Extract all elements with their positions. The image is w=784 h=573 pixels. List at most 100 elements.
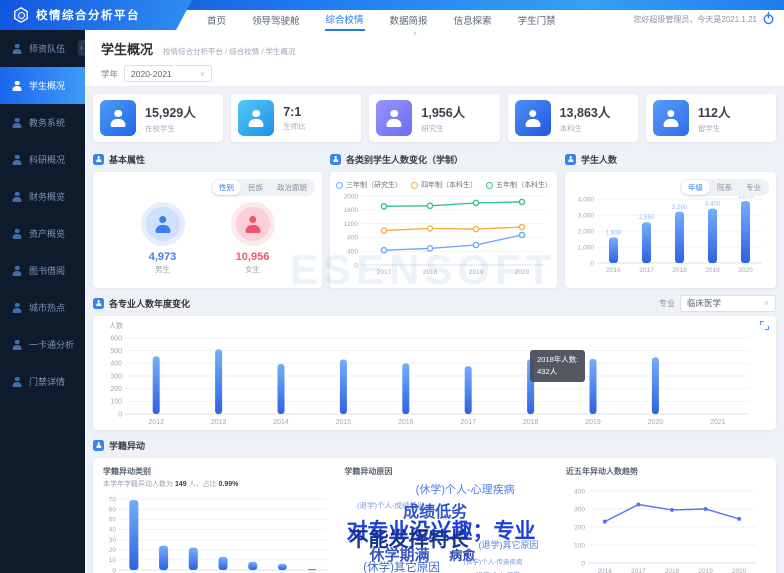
sidebar-label: 科研概况 — [29, 153, 65, 166]
legend-label[interactable]: 三年制（研究生） — [346, 180, 401, 190]
basic-tabs: 性别 民族 政治面貌 — [211, 179, 315, 196]
assets-icon — [12, 229, 22, 239]
app-logo: 校情综合分析平台 — [0, 0, 192, 30]
tab-ethnicity[interactable]: 民族 — [241, 180, 270, 195]
sidebar: 师资队伍 学生概况 教务系统 科研概况 财务概览 资产概览 图书借阅 城市热点 … — [0, 30, 85, 573]
sidebar-label: 图书借阅 — [29, 264, 65, 277]
svg-text:2020: 2020 — [515, 269, 530, 276]
panel-icon — [565, 154, 576, 165]
nav-cockpit[interactable]: 领导驾驶舱 — [251, 10, 301, 30]
svg-text:2012: 2012 — [148, 419, 164, 426]
page-title: 学生概况 — [101, 39, 153, 58]
sidebar-item-onecard[interactable]: 一卡通分析 — [0, 326, 85, 363]
sidebar-item-teachers[interactable]: 师资队伍 — [0, 30, 85, 67]
sidebar-label: 教务系统 — [29, 116, 65, 129]
major-select[interactable]: 临床医学 ∨ — [680, 295, 776, 312]
wordcloud-term: (退学)其它原因 — [479, 541, 539, 550]
svg-text:40: 40 — [109, 527, 117, 534]
tab-political[interactable]: 政治面貌 — [270, 180, 314, 195]
basic-attributes-panel: 基本属性 性别 民族 政治面貌 4,973 男生 — [93, 150, 322, 288]
year-select[interactable]: 2020-2021 ∨ — [124, 65, 212, 82]
tab-major[interactable]: 专业 — [739, 180, 768, 195]
sidebar-label: 学生概况 — [29, 79, 65, 92]
svg-text:2016: 2016 — [598, 568, 613, 573]
nav-briefing[interactable]: 数据简报 — [389, 10, 429, 30]
tab-gender[interactable]: 性别 — [212, 180, 241, 195]
svg-text:2,000: 2,000 — [578, 228, 595, 235]
female-label: 女生 — [231, 264, 275, 275]
svg-text:1200: 1200 — [344, 221, 359, 228]
sidebar-item-students[interactable]: 学生概况 — [0, 67, 85, 104]
panel-title: 各类别学生人数变化（学制） — [346, 153, 463, 166]
library-icon — [12, 266, 22, 276]
stat-label: 生师比 — [283, 121, 306, 132]
header-fold-toggle[interactable]: ∧ — [392, 30, 438, 37]
svg-text:0: 0 — [118, 411, 122, 418]
sidebar-item-hotspot[interactable]: 城市热点 — [0, 289, 85, 326]
svg-text:500: 500 — [110, 348, 122, 355]
tab-department[interactable]: 院系 — [710, 180, 739, 195]
user-greeting: 您好超级管理员，今天是2021.1.21 — [633, 14, 757, 25]
student-count-panel: 学生人数 年级 院系 专业 01,0002,0003,0004,0001,600… — [565, 150, 776, 288]
stat-value: 7:1 — [283, 105, 306, 119]
svg-text:2016: 2016 — [606, 267, 621, 274]
svg-text:10: 10 — [109, 557, 117, 564]
stat-card-undergraduate: 13,863人 本科生 — [508, 94, 638, 142]
breadcrumb: 校情综合分析平台 / 综合校情 / 学生概况 — [163, 46, 296, 57]
reasons-word-cloud: (休学)个人-心理疾病(退学)个人-成绩低劣成绩低劣对专业没兴趣；专业不能发挥特… — [344, 477, 554, 573]
legend-label[interactable]: 四年制（本科生） — [421, 180, 476, 190]
hotspot-icon — [12, 303, 22, 313]
students-icon — [100, 100, 136, 136]
panel-icon — [93, 440, 104, 451]
stat-cards-row: 15,929人 在校学生 7:1 生师比 1,956人 研究生 13,863人 … — [93, 94, 776, 142]
sidebar-item-finance[interactable]: 财务概览 — [0, 178, 85, 215]
sidebar-item-door[interactable]: 门禁详情 — [0, 363, 85, 400]
student-count-bar-chart: 01,0002,0003,0004,0001,60020162,55020173… — [571, 190, 770, 274]
svg-text:1,600: 1,600 — [606, 230, 622, 236]
svg-text:50: 50 — [109, 517, 117, 524]
svg-text:3,200: 3,200 — [672, 205, 688, 211]
sidebar-item-library[interactable]: 图书借阅 — [0, 252, 85, 289]
panel-icon — [330, 154, 341, 165]
sidebar-item-academic[interactable]: 教务系统 — [0, 104, 85, 141]
change-trend-section: 近五年异动人数趋势 010020030040020162017201820192… — [566, 466, 766, 573]
svg-text:100: 100 — [574, 542, 585, 549]
svg-text:300: 300 — [110, 373, 122, 380]
status-change-panel: 学籍异动 学籍异动类别 本学年学籍异动人数为 149 人，占比 0.99% 01… — [93, 436, 776, 573]
sidebar-item-research[interactable]: 科研概况 — [0, 141, 85, 178]
nav-campus[interactable]: 综合校情 — [325, 9, 365, 31]
svg-text:2019: 2019 — [705, 267, 720, 274]
logo-hexagon-icon — [13, 7, 29, 23]
tab-grade[interactable]: 年级 — [681, 180, 710, 195]
svg-text:2021: 2021 — [710, 419, 726, 426]
undergraduate-icon — [515, 100, 551, 136]
finance-icon — [12, 192, 22, 202]
sidebar-collapse-handle[interactable]: ‹ — [78, 40, 85, 56]
legend-label[interactable]: 五年制（本科生） — [496, 180, 551, 190]
chevron-down-icon: ∨ — [764, 299, 769, 307]
stat-value: 15,929人 — [145, 102, 196, 121]
legend-marker — [486, 182, 493, 189]
dashboard-content: 15,929人 在校学生 7:1 生师比 1,956人 研究生 13,863人 … — [85, 86, 784, 573]
male-icon — [141, 202, 185, 246]
main-nav: 首页 领导驾驶舱 综合校情 数据简报 信息探索 学生门禁 — [206, 10, 557, 30]
nav-explore[interactable]: 信息探索 — [453, 10, 493, 30]
svg-text:2017: 2017 — [460, 419, 476, 426]
logout-power-icon[interactable] — [762, 12, 775, 25]
major-yearly-bar-chart: 0100200300400500600201220132014201520162… — [99, 330, 770, 426]
panel-title: 基本属性 — [109, 153, 145, 166]
teachers-icon — [12, 44, 22, 54]
sidebar-item-assets[interactable]: 资产概览 — [0, 215, 85, 252]
svg-text:0: 0 — [354, 262, 358, 269]
students-icon — [12, 81, 22, 91]
subchart-title: 近五年异动人数趋势 — [566, 466, 766, 477]
school-system-panel: 各类别学生人数变化（学制） 三年制（研究生） 四年制（本科生） 五年制（本科生）… — [330, 150, 557, 288]
svg-text:0: 0 — [112, 567, 116, 573]
fullscreen-icon[interactable] — [760, 321, 769, 330]
stat-card-enrolled: 15,929人 在校学生 — [93, 94, 223, 142]
svg-text:400: 400 — [574, 488, 585, 495]
nav-home[interactable]: 首页 — [206, 10, 227, 30]
stat-value: 112人 — [698, 102, 731, 121]
nav-access[interactable]: 学生门禁 — [517, 10, 557, 30]
svg-text:600: 600 — [110, 335, 122, 342]
